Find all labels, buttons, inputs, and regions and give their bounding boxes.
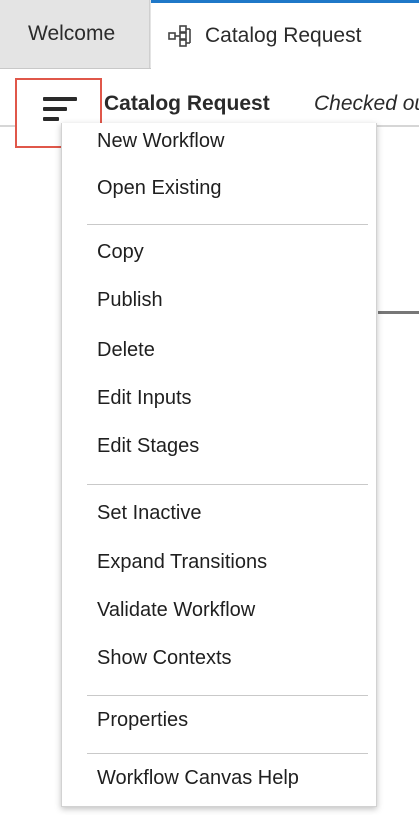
menu-item-expand-transitions[interactable]: Expand Transitions — [97, 547, 267, 577]
menu-item-edit-inputs[interactable]: Edit Inputs — [97, 383, 192, 413]
canvas-edge-line — [378, 311, 419, 314]
menu-item-validate-workflow[interactable]: Validate Workflow — [97, 595, 255, 625]
workflow-title: Catalog Request — [104, 92, 270, 115]
workflow-dropdown-menu: New Workflow Open Existing Copy Publish … — [61, 123, 377, 807]
tab-welcome-label: Welcome — [28, 22, 116, 45]
menu-divider — [87, 484, 368, 485]
menu-item-copy[interactable]: Copy — [97, 237, 144, 267]
menu-item-delete[interactable]: Delete — [97, 335, 155, 365]
tab-bar: Welcome Catalog Request — [0, 0, 419, 69]
menu-item-workflow-canvas-help[interactable]: Workflow Canvas Help — [97, 763, 299, 793]
menu-item-new-workflow[interactable]: New Workflow — [97, 126, 224, 156]
menu-item-publish[interactable]: Publish — [97, 285, 163, 315]
tab-catalog-request-label: Catalog Request — [205, 24, 362, 47]
menu-divider — [87, 695, 368, 696]
menu-divider — [87, 753, 368, 754]
menu-divider — [87, 224, 368, 225]
tab-welcome[interactable]: Welcome — [0, 0, 150, 68]
menu-item-show-contexts[interactable]: Show Contexts — [97, 643, 232, 673]
menu-item-set-inactive[interactable]: Set Inactive — [97, 498, 202, 528]
menu-item-properties[interactable]: Properties — [97, 705, 188, 735]
menu-item-open-existing[interactable]: Open Existing — [97, 173, 222, 203]
workflow-status: Checked out — [314, 92, 419, 115]
workflow-icon — [167, 23, 197, 49]
workflow-editor-window: Welcome Catalog Request Catalog Request … — [0, 0, 419, 815]
menu-item-edit-stages[interactable]: Edit Stages — [97, 431, 199, 461]
tab-catalog-request[interactable]: Catalog Request — [151, 0, 419, 69]
